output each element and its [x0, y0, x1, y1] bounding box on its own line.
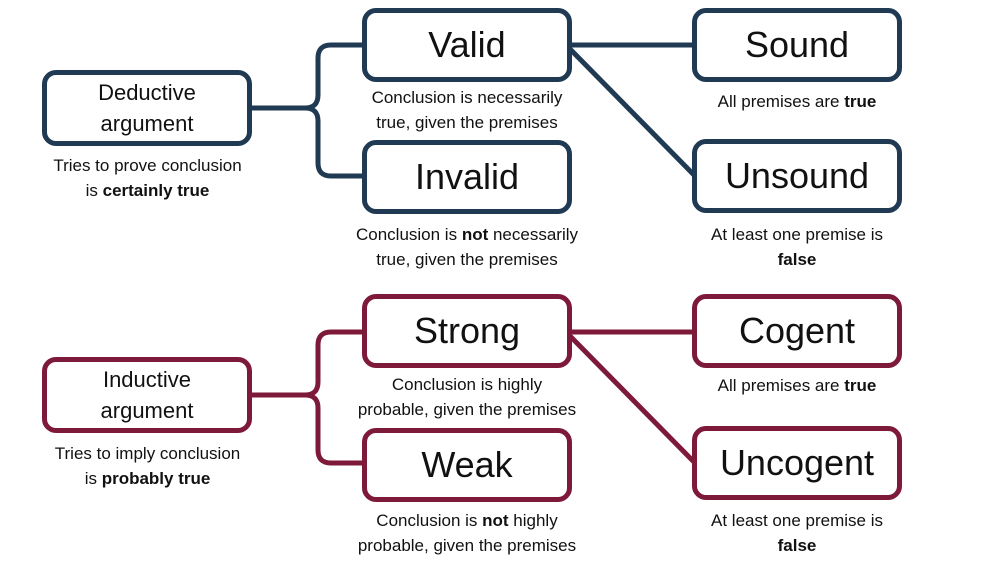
box-label: Invalid — [414, 156, 520, 197]
caption-line: false — [667, 247, 927, 272]
caption-bold: probably true — [101, 469, 211, 488]
box-label: Valid — [428, 24, 506, 65]
sound-caption: All premises are true — [667, 89, 927, 114]
strong-box: Strong — [362, 294, 572, 368]
caption-line: Tries to imply conclusion — [54, 444, 241, 463]
caption-line: true, given the premises — [376, 250, 558, 269]
caption-line: Conclusion is not highly — [327, 508, 607, 533]
caption-line: Tries to prove conclusion — [53, 156, 242, 175]
caption-line: probable, given the premises — [357, 400, 577, 419]
caption-line: Conclusion is highly — [391, 375, 543, 394]
box-label: argument — [100, 398, 194, 423]
caption-line: All premises are true — [667, 89, 927, 114]
strong-caption: Conclusion is highly probable, given the… — [337, 372, 597, 422]
caption-line: false — [667, 533, 927, 558]
invalid-box: Invalid — [362, 140, 572, 214]
uncogent-box: Uncogent — [692, 426, 902, 500]
caption-line: At least one premise is — [711, 511, 883, 530]
caption-line: true, given the premises — [376, 113, 558, 132]
cogent-box: Cogent — [692, 294, 902, 368]
caption-bold: true — [844, 376, 877, 395]
caption-text: is — [84, 469, 102, 488]
sound-box: Sound — [692, 8, 902, 82]
weak-box: Weak — [362, 428, 572, 502]
caption-text: Conclusion is — [355, 225, 462, 244]
box-label: Strong — [413, 310, 521, 351]
caption-text: All premises are — [717, 376, 845, 395]
caption-text: highly — [508, 511, 558, 530]
caption-bold: certainly true — [102, 181, 210, 200]
uncogent-caption: At least one premise is false — [667, 508, 927, 558]
box-label: Weak — [421, 444, 513, 485]
caption-bold: false — [777, 536, 817, 555]
weak-caption: Conclusion is not highly probable, given… — [327, 508, 607, 558]
caption-text: is — [85, 181, 103, 200]
caption-line: All premises are true — [667, 373, 927, 398]
caption-text: All premises are — [717, 92, 845, 111]
caption-line: is probably true — [20, 466, 275, 491]
caption-line: probable, given the premises — [357, 536, 577, 555]
box-label: Inductive — [102, 367, 192, 392]
caption-text: Conclusion is — [376, 511, 483, 530]
caption-bold: true — [844, 92, 877, 111]
caption-text: necessarily — [488, 225, 579, 244]
deductive-argument-box: Deductive argument — [42, 70, 252, 146]
caption-line: At least one premise is — [711, 225, 883, 244]
caption-line: Conclusion is not necessarily — [327, 222, 607, 247]
deductive-caption: Tries to prove conclusion is certainly t… — [20, 153, 275, 203]
caption-line: is certainly true — [20, 178, 275, 203]
caption-line: Conclusion is necessarily — [371, 88, 563, 107]
valid-caption: Conclusion is necessarily true, given th… — [337, 85, 597, 135]
cogent-caption: All premises are true — [667, 373, 927, 398]
unsound-box: Unsound — [692, 139, 902, 213]
box-label: Sound — [744, 24, 850, 65]
caption-bold: not — [482, 511, 509, 530]
unsound-caption: At least one premise is false — [667, 222, 927, 272]
inductive-argument-box: Inductive argument — [42, 357, 252, 433]
valid-box: Valid — [362, 8, 572, 82]
box-label: Unsound — [724, 155, 870, 196]
caption-bold: not — [461, 225, 489, 244]
box-label: Uncogent — [719, 442, 875, 483]
box-label: argument — [100, 111, 194, 136]
box-label: Cogent — [738, 310, 856, 351]
box-label: Deductive — [98, 80, 196, 105]
invalid-caption: Conclusion is not necessarily true, give… — [327, 222, 607, 272]
caption-bold: false — [777, 250, 817, 269]
inductive-caption: Tries to imply conclusion is probably tr… — [20, 441, 275, 491]
